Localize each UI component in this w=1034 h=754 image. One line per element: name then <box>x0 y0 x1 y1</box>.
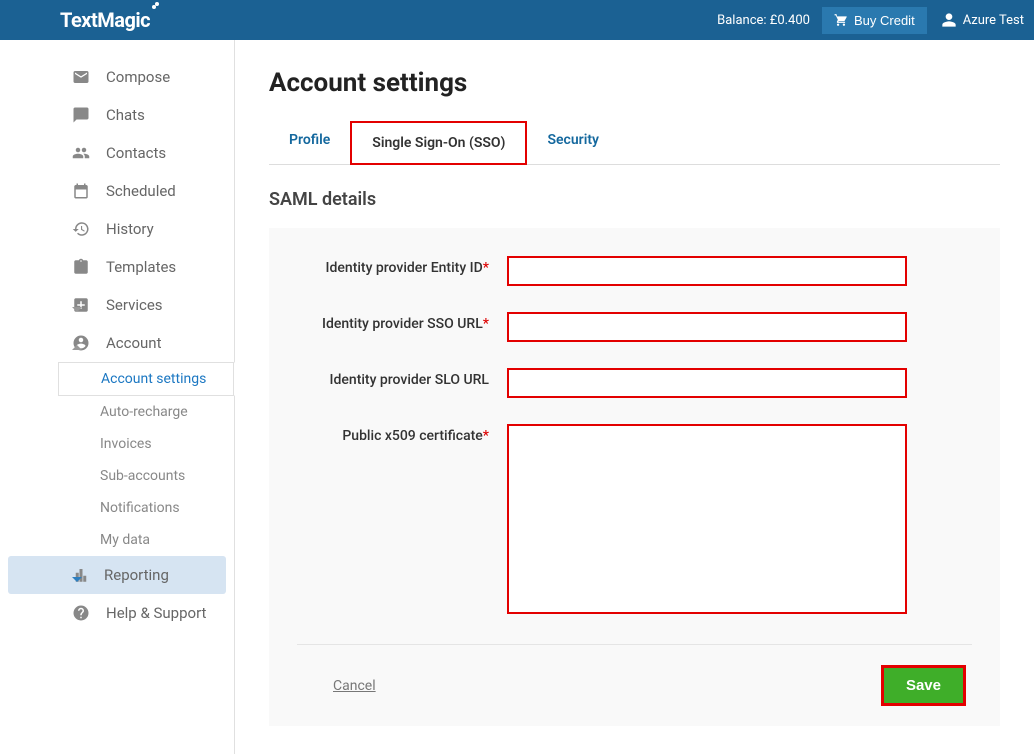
label-cert: Public x509 certificate* <box>297 424 507 444</box>
sidebar-item-label: Services <box>106 296 163 314</box>
sidebar-item-help[interactable]: Help & Support <box>0 594 234 632</box>
tab-sso[interactable]: Single Sign-On (SSO) <box>350 121 527 165</box>
help-icon <box>72 604 90 622</box>
sidebar-item-label: Templates <box>106 258 176 276</box>
contacts-icon <box>72 144 90 162</box>
sidebar-item-history[interactable]: History <box>0 210 234 248</box>
subitem-auto-recharge[interactable]: Auto-recharge <box>0 396 234 428</box>
tabs: Profile Single Sign-On (SSO) Security <box>269 120 1000 165</box>
calendar-icon <box>72 182 90 200</box>
sidebar-item-chats[interactable]: Chats <box>0 96 234 134</box>
sidebar-item-label: Reporting <box>104 566 169 584</box>
label-sso-url: Identity provider SSO URL* <box>297 312 507 332</box>
sidebar-item-label: Help & Support <box>106 604 206 622</box>
cancel-link[interactable]: Cancel <box>333 678 376 694</box>
sidebar-item-label: Compose <box>106 68 170 86</box>
input-slo-url[interactable] <box>507 368 907 398</box>
clipboard-icon <box>72 258 90 276</box>
sidebar-item-label: Chats <box>106 106 145 124</box>
input-sso-url[interactable] <box>507 312 907 342</box>
chat-icon <box>72 106 90 124</box>
sidebar-item-label: Account <box>106 334 162 352</box>
subitem-account-settings[interactable]: Account settings <box>58 362 235 396</box>
top-bar: TextMagic Balance: £0.400 Buy Credit Azu… <box>0 0 1034 40</box>
cart-icon <box>834 13 848 27</box>
subitem-notifications[interactable]: Notifications <box>0 492 234 524</box>
sidebar-item-contacts[interactable]: Contacts <box>0 134 234 172</box>
tab-security[interactable]: Security <box>527 120 619 164</box>
save-button[interactable]: Save <box>881 665 966 706</box>
sidebar: Compose Chats Contacts Scheduled History… <box>0 40 235 754</box>
balance-text: Balance: £0.400 <box>717 13 810 28</box>
subitem-my-data[interactable]: My data <box>0 524 234 556</box>
subitem-sub-accounts[interactable]: Sub-accounts <box>0 460 234 492</box>
page-title: Account settings <box>269 68 1000 98</box>
sidebar-item-scheduled[interactable]: Scheduled <box>0 172 234 210</box>
user-name: Azure Test <box>963 13 1024 28</box>
sidebar-item-label: History <box>106 220 154 238</box>
person-icon <box>941 12 957 28</box>
sidebar-item-label: Scheduled <box>106 182 176 200</box>
input-cert[interactable] <box>507 424 907 614</box>
sidebar-item-account[interactable]: Account <box>0 324 234 362</box>
label-entity-id: Identity provider Entity ID* <box>297 256 507 276</box>
sidebar-item-services[interactable]: Services <box>0 286 234 324</box>
form-actions: Cancel Save <box>297 644 972 716</box>
user-menu[interactable]: Azure Test <box>941 12 1024 28</box>
subitem-invoices[interactable]: Invoices <box>0 428 234 460</box>
logo: TextMagic <box>60 8 150 32</box>
section-title: SAML details <box>269 189 1000 210</box>
sidebar-item-label: Contacts <box>106 144 166 162</box>
buy-credit-label: Buy Credit <box>854 13 915 28</box>
sidebar-item-compose[interactable]: Compose <box>0 58 234 96</box>
account-submenu: Account settings Auto-recharge Invoices … <box>0 362 234 556</box>
sidebar-item-templates[interactable]: Templates <box>0 248 234 286</box>
sidebar-item-reporting[interactable]: Reporting <box>8 556 226 594</box>
tab-profile[interactable]: Profile <box>269 120 350 164</box>
label-slo-url: Identity provider SLO URL <box>297 368 507 388</box>
history-icon <box>72 220 90 238</box>
buy-credit-button[interactable]: Buy Credit <box>822 7 927 34</box>
saml-form: Identity provider Entity ID* Identity pr… <box>269 228 1000 726</box>
main-content: Account settings Profile Single Sign-On … <box>235 40 1034 754</box>
compose-icon <box>72 68 90 86</box>
input-entity-id[interactable] <box>507 256 907 286</box>
